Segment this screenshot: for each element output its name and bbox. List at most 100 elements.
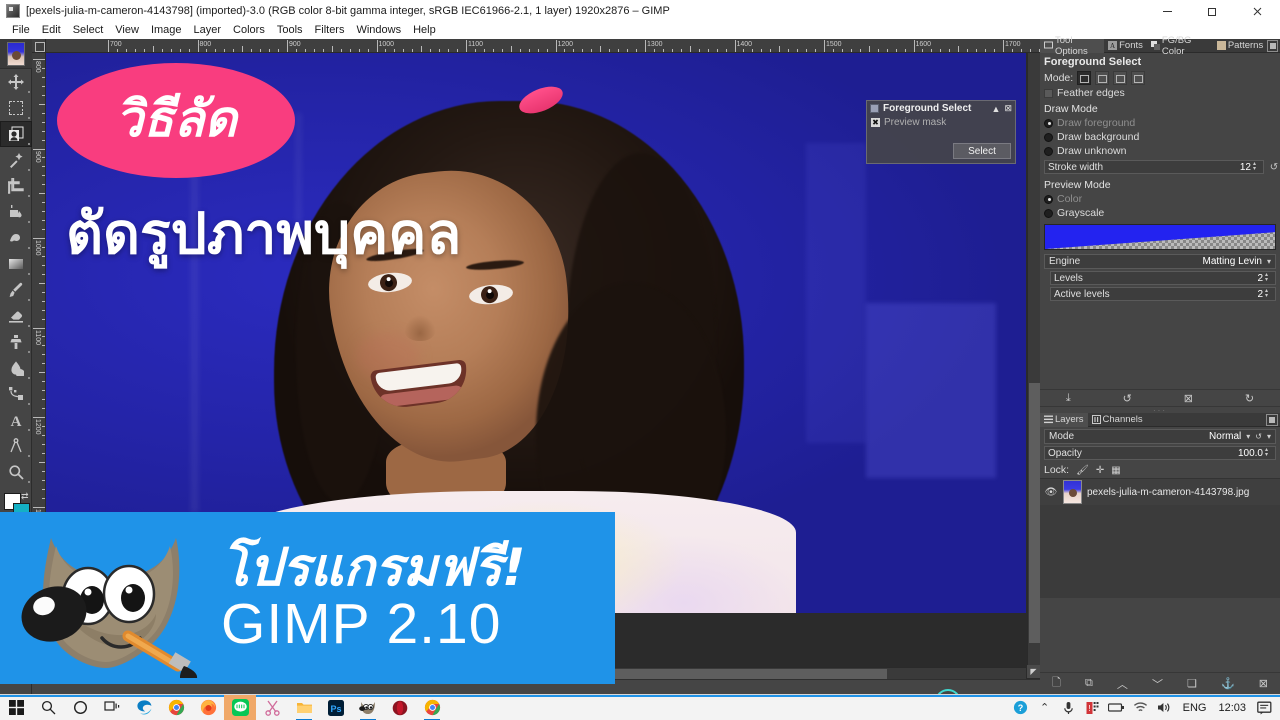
speaker-icon[interactable] <box>1153 695 1177 720</box>
menu-image[interactable]: Image <box>145 22 188 39</box>
start-button[interactable] <box>0 695 32 720</box>
layer-row[interactable]: 👁 pexels-julia-m-cameron-4143798.jpg <box>1040 479 1280 505</box>
chrome2-icon[interactable] <box>416 695 448 720</box>
crop-tool[interactable] <box>0 173 32 199</box>
chevron-down-icon[interactable]: ﹀ <box>1152 676 1163 692</box>
rectangle-select-tool[interactable] <box>0 95 32 121</box>
notification-red-icon[interactable]: ! <box>1081 695 1105 720</box>
intersect-with-selection-icon[interactable] <box>1131 71 1146 85</box>
measure-tool[interactable] <box>0 433 32 459</box>
select-button[interactable]: Select <box>953 143 1011 159</box>
delete-icon[interactable]: ⊠ <box>1259 677 1268 690</box>
menu-filters[interactable]: Filters <box>309 22 351 39</box>
menu-help[interactable]: Help <box>407 22 442 39</box>
microphone-icon[interactable] <box>1057 695 1081 720</box>
fuzzy-select-tool[interactable] <box>0 147 32 173</box>
merge-icon[interactable]: ❏ <box>1187 677 1197 690</box>
menu-colors[interactable]: Colors <box>227 22 271 39</box>
text-tool[interactable]: A <box>0 407 32 433</box>
new-layer-icon[interactable]: 🗋 <box>1052 674 1061 693</box>
edge-icon[interactable] <box>128 695 160 720</box>
draw-unknown-option[interactable]: Draw unknown <box>1040 144 1280 158</box>
layer-mode-menu-chevron-icon[interactable]: ▾ <box>1267 432 1271 441</box>
action-center-icon[interactable] <box>1252 695 1276 720</box>
foreground-select-dialog[interactable]: Foreground Select ▲ ⊠ ✖ Preview mask Sel… <box>866 100 1016 164</box>
save-icon[interactable]: ⤓ <box>1066 392 1071 405</box>
eraser-tool[interactable] <box>0 303 32 329</box>
active-levels-stepper[interactable]: ▴ ▾ <box>1265 288 1272 300</box>
layer-mode-reset-icon[interactable]: ↺ <box>1255 432 1262 441</box>
smudge-tool[interactable] <box>0 225 32 251</box>
ruler-origin-button[interactable] <box>32 39 46 53</box>
layer-visibility-icon[interactable]: 👁 <box>1044 487 1058 498</box>
menu-tools[interactable]: Tools <box>271 22 309 39</box>
photoshop-icon[interactable]: Ps <box>320 695 352 720</box>
chrome-icon[interactable] <box>160 695 192 720</box>
tab-channels[interactable]: Channels <box>1088 413 1147 427</box>
move-tool[interactable] <box>0 69 32 95</box>
menu-view[interactable]: View <box>109 22 145 39</box>
navigation-icon[interactable]: ◤ <box>1027 665 1040 678</box>
duplicate-layer-icon[interactable]: ⧉ <box>1085 677 1093 690</box>
tab-fonts[interactable]: A Fonts <box>1104 39 1147 53</box>
help-icon[interactable]: ? <box>1009 695 1033 720</box>
tab-fg-bg-color[interactable]: FG/BG Color <box>1147 35 1213 57</box>
lock-pixels-icon[interactable]: 🖌 <box>1076 465 1089 476</box>
show-hidden-icons-chevron[interactable]: ⌃ <box>1033 695 1057 720</box>
feather-edges-row[interactable]: Feather edges <box>1040 86 1280 100</box>
wifi-icon[interactable] <box>1129 695 1153 720</box>
add-to-selection-icon[interactable] <box>1095 71 1110 85</box>
swap-colors-icon[interactable]: ⇄ <box>21 492 30 501</box>
gimp-icon[interactable] <box>352 695 384 720</box>
stroke-width-stepper[interactable]: ▴ ▾ <box>1253 161 1260 173</box>
bucket-fill-tool[interactable] <box>0 199 32 225</box>
lock-alpha-icon[interactable]: ▦ <box>1111 465 1120 476</box>
close-icon[interactable]: ⊠ <box>1004 103 1012 114</box>
paths-tool[interactable] <box>0 381 32 407</box>
chevron-down-icon[interactable]: ▾ <box>1267 257 1271 266</box>
preview-color-option[interactable]: Color <box>1040 192 1280 206</box>
anchor-icon[interactable]: ⚓ <box>1221 677 1235 690</box>
reset-icon[interactable]: ↺ <box>1268 161 1280 173</box>
delete-icon[interactable]: ⊠ <box>1184 392 1193 405</box>
detach-icon[interactable]: ▲ <box>992 104 1001 114</box>
minimize-button[interactable] <box>1145 0 1190 22</box>
draw-unknown-radio[interactable] <box>1044 146 1053 156</box>
close-button[interactable] <box>1235 0 1280 22</box>
layers-list[interactable]: 👁 pexels-julia-m-cameron-4143798.jpg <box>1040 478 1280 598</box>
reset-icon[interactable]: ↻ <box>1245 392 1254 405</box>
engine-combo[interactable]: Engine Matting Levin ▾ <box>1044 254 1276 269</box>
preview-grayscale-radio[interactable] <box>1044 208 1053 218</box>
toolbox-image-thumbnail[interactable] <box>0 39 32 69</box>
cortana-circle-icon[interactable] <box>64 695 96 720</box>
gradient-tool[interactable] <box>0 251 32 277</box>
stroke-width-spinner[interactable]: Stroke width 12 ▴ ▾ <box>1044 160 1264 174</box>
tab-layers[interactable]: Layers <box>1040 412 1088 427</box>
vscroll-thumb[interactable] <box>1029 383 1040 643</box>
snip-icon[interactable] <box>256 695 288 720</box>
language-indicator[interactable]: ENG <box>1177 702 1213 714</box>
opacity-stepper[interactable]: ▴ ▾ <box>1265 447 1272 459</box>
subtract-from-selection-icon[interactable] <box>1113 71 1128 85</box>
layer-mode-combo[interactable]: Mode Normal ▾ ↺ ▾ <box>1044 429 1276 444</box>
tab-tool-options[interactable]: Tool Options <box>1040 35 1105 57</box>
preview-mask-row[interactable]: ✖ Preview mask <box>867 116 1015 129</box>
folder-icon[interactable] <box>288 695 320 720</box>
active-levels-spinner[interactable]: Active levels 2 ▴ ▾ <box>1050 287 1276 301</box>
task-view-icon[interactable] <box>96 695 128 720</box>
replace-selection-icon[interactable] <box>1077 71 1092 85</box>
feather-edges-checkbox[interactable] <box>1044 88 1053 98</box>
search-icon[interactable] <box>32 695 64 720</box>
draw-foreground-option[interactable]: Draw foreground <box>1040 116 1280 130</box>
preview-color-radio[interactable] <box>1044 194 1053 204</box>
lock-position-icon[interactable]: ✛ <box>1096 465 1104 476</box>
preview-mask-checkbox[interactable]: ✖ <box>871 118 880 127</box>
canvas-vscrollbar[interactable] <box>1027 53 1040 665</box>
opacity-slider[interactable]: Opacity 100.0 ▴ ▾ <box>1044 446 1276 460</box>
menu-edit[interactable]: Edit <box>36 22 67 39</box>
paintbrush-tool[interactable] <box>0 277 32 303</box>
preview-grayscale-option[interactable]: Grayscale <box>1040 206 1280 220</box>
clock[interactable]: 12:03 <box>1212 702 1252 714</box>
zoom-tool[interactable] <box>0 459 32 485</box>
layer-mode-chevron-icon[interactable]: ▾ <box>1246 432 1250 441</box>
